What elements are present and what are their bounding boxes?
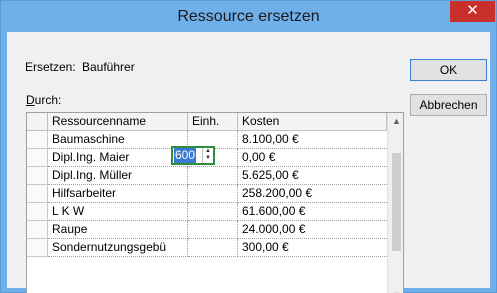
cost-cell: 5.625,00 € xyxy=(238,167,387,185)
row-selector[interactable] xyxy=(27,131,48,149)
ok-button[interactable]: OK xyxy=(410,59,487,81)
durch-label: Durch: xyxy=(26,93,61,107)
dialog-window: Ressource ersetzen ✕ Ersetzen: Bauführer… xyxy=(0,0,497,293)
unit-cell[interactable] xyxy=(188,239,238,257)
cost-cell: 258.200,00 € xyxy=(238,185,387,203)
spin-up-icon[interactable]: ▲ xyxy=(203,148,213,155)
header-unit: Einh. xyxy=(188,113,238,131)
grid-header: Ressourcenname Einh. Kosten xyxy=(27,113,387,131)
cost-cell: 61.600,00 € xyxy=(238,203,387,221)
resource-grid: Ressourcenname Einh. Kosten Baumaschine … xyxy=(26,112,404,293)
ersetzen-label: Ersetzen: xyxy=(25,60,76,74)
row-selector[interactable] xyxy=(27,149,48,167)
row-selector[interactable] xyxy=(27,167,48,185)
dialog-title: Ressource ersetzen xyxy=(177,8,320,25)
row-selector[interactable] xyxy=(27,185,48,203)
cost-cell: 8.100,00 € xyxy=(238,131,387,149)
unit-spin-editor[interactable]: 600 ▲ ▼ xyxy=(171,146,215,165)
cancel-button[interactable]: Abbrechen xyxy=(410,94,487,116)
table-row[interactable]: Dipl.Ing. Müller 5.625,00 € xyxy=(27,167,387,185)
unit-cell[interactable] xyxy=(188,167,238,185)
scroll-up-icon[interactable]: ▲ xyxy=(388,113,403,130)
table-row[interactable]: Raupe 24.000,00 € xyxy=(27,221,387,239)
resource-name-cell[interactable]: Baumaschine xyxy=(48,131,188,149)
cost-cell: 24.000,00 € xyxy=(238,221,387,239)
resource-name-cell[interactable]: L K W xyxy=(48,203,188,221)
unit-spinner[interactable]: ▲ ▼ xyxy=(202,148,213,163)
unit-cell[interactable] xyxy=(188,221,238,239)
title-bar: Ressource ersetzen ✕ xyxy=(1,1,496,32)
resource-name-cell[interactable]: Dipl.Ing. Müller xyxy=(48,167,188,185)
table-row[interactable]: L K W 61.600,00 € xyxy=(27,203,387,221)
resource-name-cell[interactable]: Hilfsarbeiter xyxy=(48,185,188,203)
row-selector[interactable] xyxy=(27,239,48,257)
resource-name-cell[interactable]: Sondernutzungsgebü xyxy=(48,239,188,257)
header-corner xyxy=(27,113,48,131)
header-cost: Kosten xyxy=(238,113,387,131)
header-resource-name: Ressourcenname xyxy=(48,113,188,131)
table-row[interactable]: Sondernutzungsgebü 300,00 € xyxy=(27,239,387,257)
resource-name-cell[interactable]: Dipl.Ing. Maier xyxy=(48,149,188,167)
unit-cell[interactable] xyxy=(188,185,238,203)
row-selector[interactable] xyxy=(27,221,48,239)
unit-cell[interactable] xyxy=(188,203,238,221)
table-row-selected[interactable]: Hilfsarbeiter 258.200,00 € xyxy=(27,185,387,203)
cost-cell: 0,00 € xyxy=(238,149,387,167)
ersetzen-value: Bauführer xyxy=(82,60,135,74)
spin-down-icon[interactable]: ▼ xyxy=(203,155,213,162)
unit-input[interactable]: 600 xyxy=(174,148,197,163)
vertical-scrollbar[interactable]: ▲ ▼ xyxy=(387,113,403,293)
resource-name-cell[interactable]: Raupe xyxy=(48,221,188,239)
durch-label-accel: D xyxy=(26,93,35,107)
dialog-body: Ersetzen: Bauführer Durch: OK Abbrechen … xyxy=(7,32,490,293)
scroll-down-icon[interactable]: ▼ xyxy=(388,287,403,293)
scroll-thumb[interactable] xyxy=(392,153,401,251)
row-selector[interactable] xyxy=(27,203,48,221)
close-icon[interactable]: ✕ xyxy=(450,1,495,22)
durch-label-rest: urch: xyxy=(34,93,62,107)
cost-cell: 300,00 € xyxy=(238,239,387,257)
